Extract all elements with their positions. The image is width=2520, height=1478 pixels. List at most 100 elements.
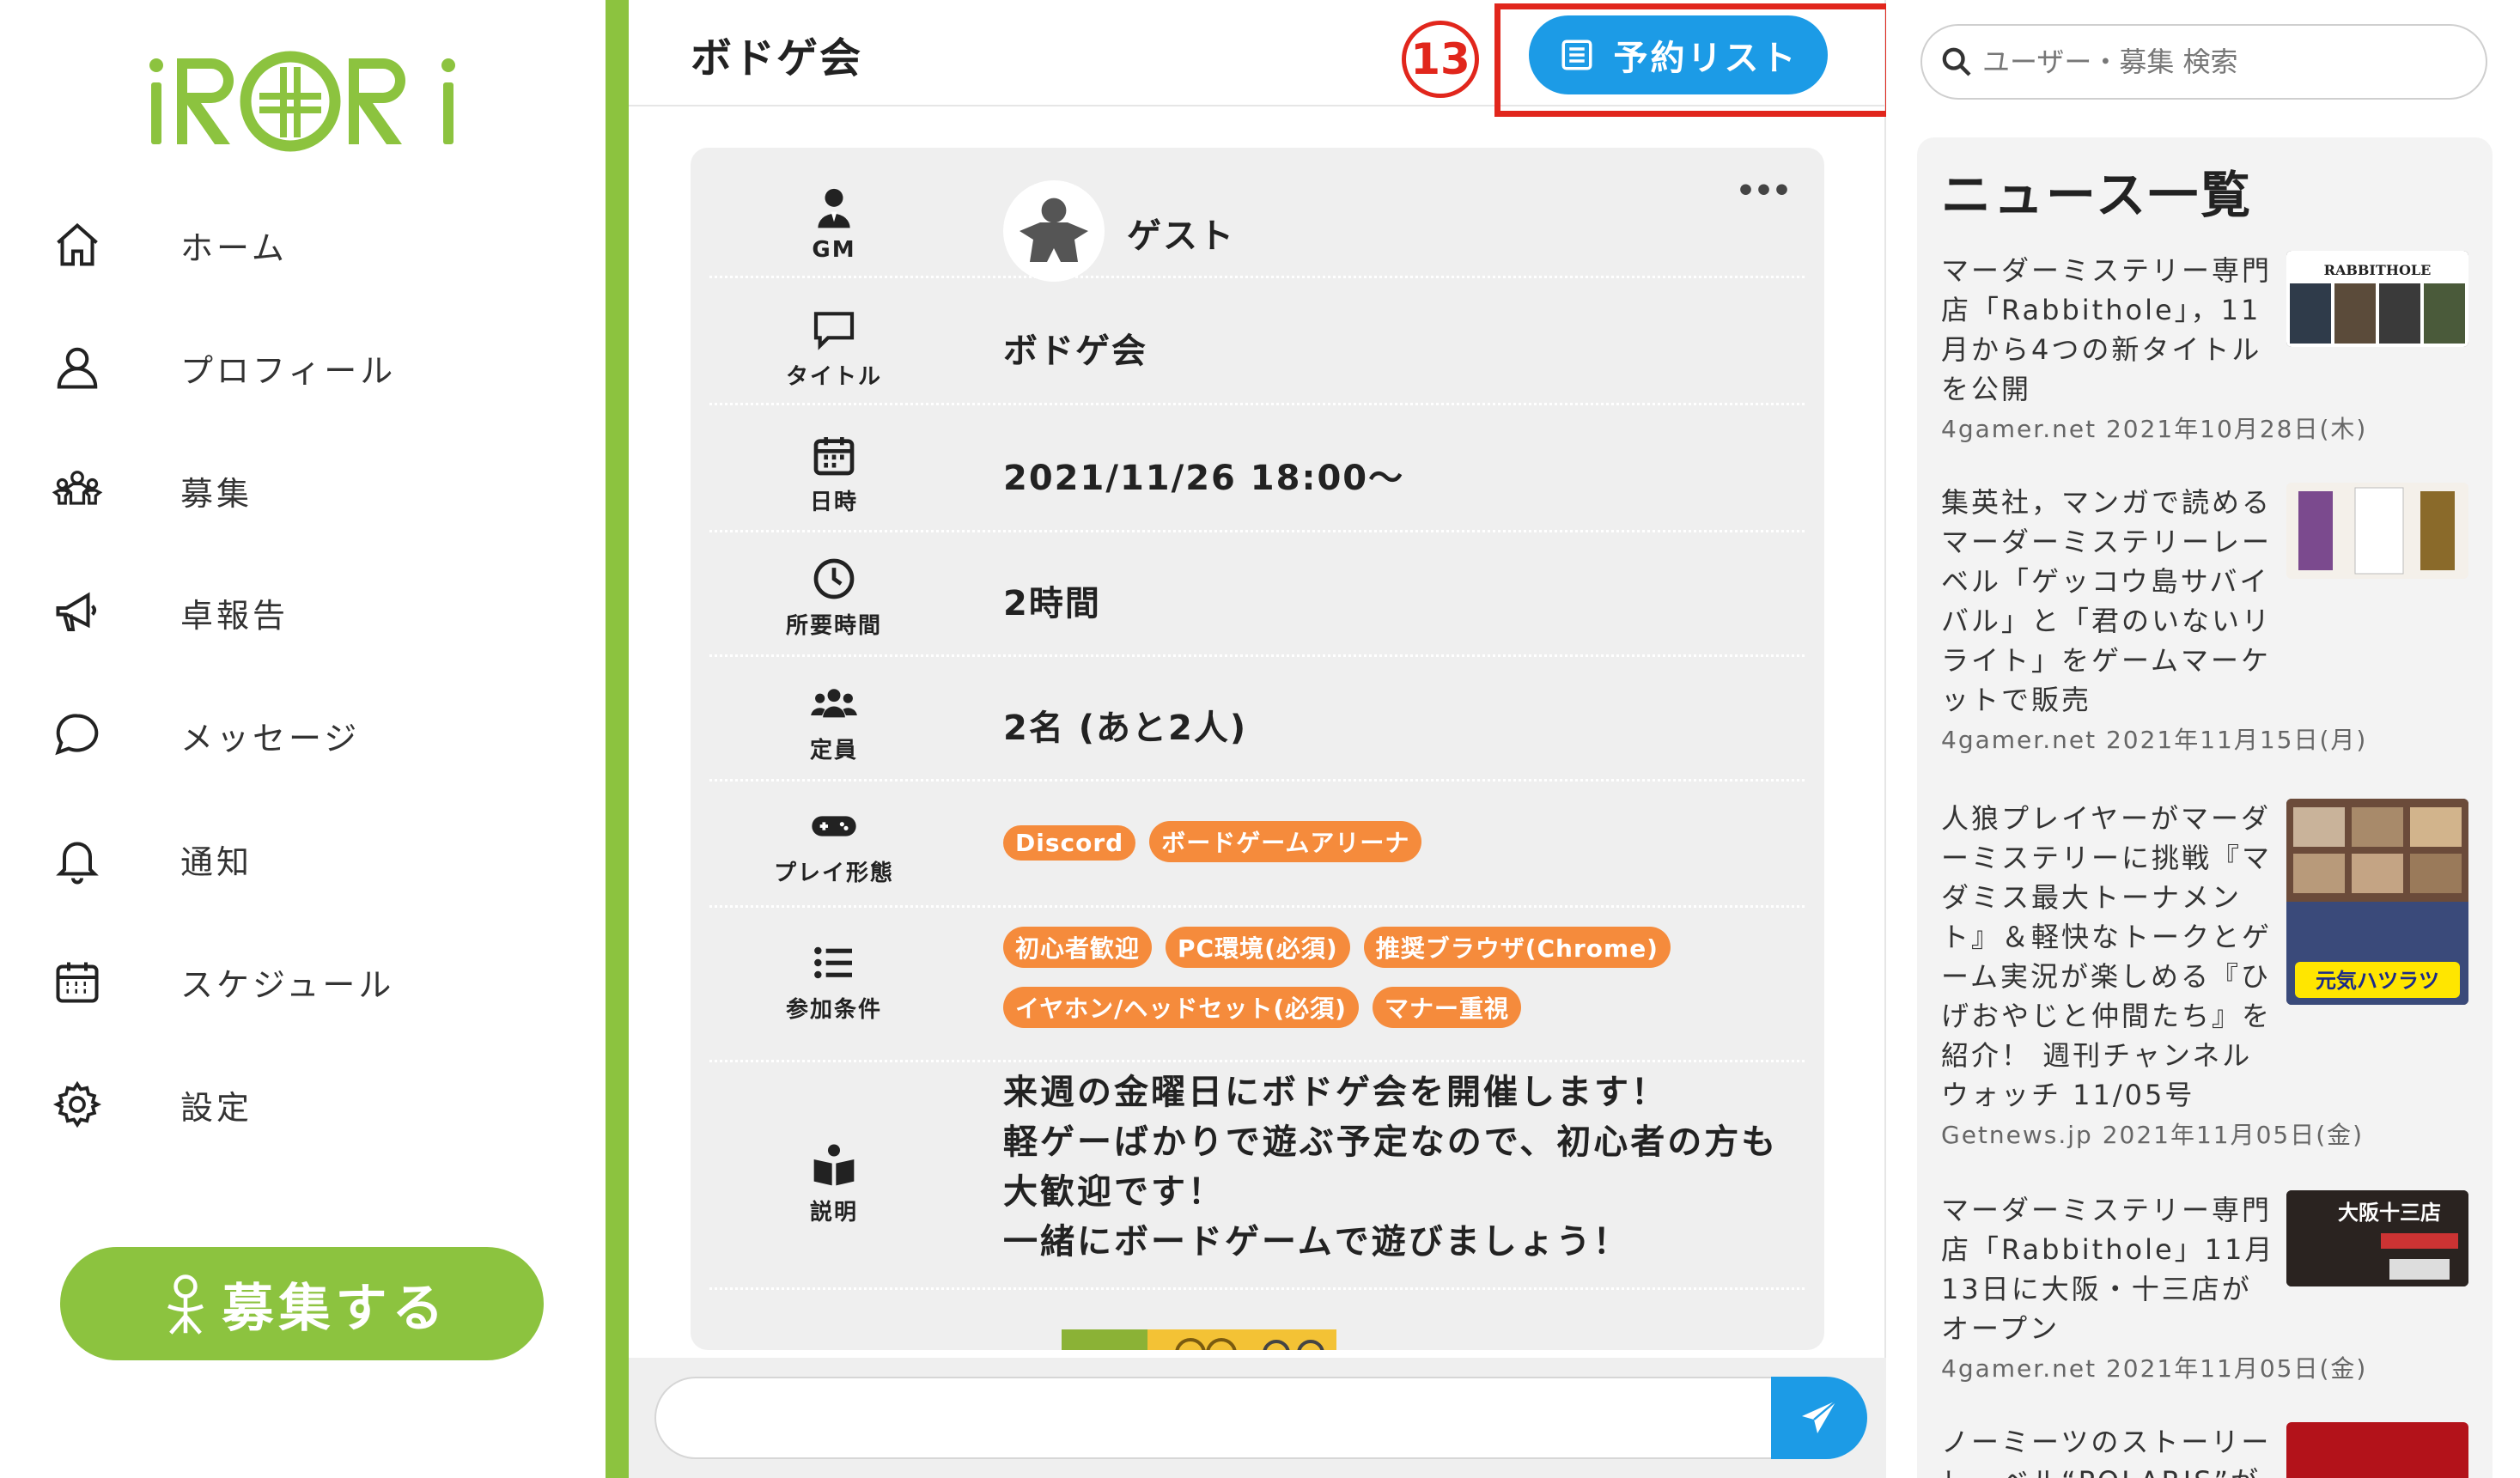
paper-plane-icon (1802, 1400, 1837, 1433)
news-thumbnail (2286, 483, 2468, 579)
play-style-tag[interactable]: Discord (1003, 825, 1136, 861)
gear-icon (43, 1070, 112, 1139)
gm-name[interactable]: ゲスト (1127, 208, 1235, 258)
gm-label: GM (812, 237, 856, 263)
reservation-list-button[interactable]: 予約リスト (1529, 15, 1828, 94)
datetime-label-col: 日時 (709, 431, 959, 516)
news-item[interactable]: ノーミーツのストーリーレーベル“POLARIS”が (1941, 1422, 2474, 1478)
section-divider (606, 0, 629, 1478)
news-thumbnail: RABBITHOLE (2286, 251, 2468, 347)
attached-image-preview[interactable] (1062, 1329, 1336, 1350)
description-text: 来週の金曜日にボドゲ会を開催します！ 軽ゲーばかりで遊ぶ予定なので、初心者の方も… (1003, 1073, 1779, 1262)
condition-tag[interactable]: PC環境(必須) (1166, 927, 1350, 968)
message-compose-bar (629, 1358, 1886, 1478)
calendar-icon (43, 947, 112, 1016)
row-play-style: プレイ形態 Discord ボードゲームアリーナ (709, 782, 1805, 908)
nav-label: メッセージ (180, 719, 361, 757)
home-icon (43, 210, 112, 279)
create-recruit-button[interactable]: 募集する (60, 1247, 544, 1360)
condition-tag[interactable]: マナー重視 (1372, 987, 1521, 1028)
nav-item-profile[interactable]: プロフィール (43, 329, 524, 406)
news-item[interactable]: マーダーミステリー専門店「Rabbithole」11月13日に大阪・十三店がオー… (1941, 1190, 2474, 1431)
nav-item-message[interactable]: メッセージ (43, 696, 524, 774)
nav-item-schedule[interactable]: スケジュール (43, 943, 524, 1020)
create-recruit-label: 募集する (222, 1278, 449, 1339)
megaphone-icon (43, 578, 112, 647)
duration-label-col: 所要時間 (709, 555, 959, 640)
condition-tag[interactable]: イヤホン/ヘッドセット(必須) (1003, 987, 1359, 1028)
news-item[interactable]: マーダーミステリー専門店「Rabbithole」，11月から4つの新タイトルを公… (1941, 251, 2474, 448)
send-button[interactable] (1771, 1377, 1867, 1459)
calendar-icon (813, 437, 855, 476)
page-title: ボドゲ会 (691, 34, 863, 82)
row-duration: 所要時間 2時間 (709, 532, 1805, 657)
main-content: ボドゲ会 13 予約リスト ••• GM ゲスト タイトル ボドゲ会 日時 20… (629, 0, 1891, 1478)
news-meta: Getnews.jp 2021年11月05日(金) (1941, 1121, 2365, 1149)
app-logo[interactable] (146, 41, 464, 153)
right-sidebar: ニュース一覧 マーダーミステリー専門店「Rabbithole」，11月から4つの… (1886, 0, 2520, 1478)
news-item[interactable]: 人狼プレイヤーがマーダーミステリーに挑戦『マダミス最大トーナメント』＆軽快なトー… (1941, 799, 2474, 1159)
nav-label: スケジュール (180, 965, 395, 1004)
meeple-group-icon (43, 456, 112, 525)
nav-label: ホーム (180, 228, 288, 267)
title-label-col: タイトル (709, 306, 959, 391)
nav-item-notifications[interactable]: 通知 (43, 820, 524, 897)
row-gm: GM ゲスト (709, 148, 1805, 282)
news-headline: 集英社，マンガで読めるマーダーミステリーレーベル「ゲッコウ島サバイバル」と「君の… (1941, 486, 2273, 716)
duration-value: 2時間 (1003, 584, 1101, 623)
news-thumbnail: 元気ハツラツ (2286, 799, 2468, 1005)
search-box[interactable] (1920, 24, 2487, 100)
row-datetime: 日時 2021/11/26 18:00〜 (709, 405, 1805, 532)
nav-label: 卓報告 (180, 596, 289, 635)
condition-tag[interactable]: 推奨ブラウザ(Chrome) (1363, 927, 1671, 968)
capacity-label: 定員 (809, 738, 858, 763)
nav-item-home[interactable]: ホーム (43, 206, 524, 283)
description-text-wrap: 来週の金曜日にボドゲ会を開催します！ 軽ゲーばかりで遊ぶ予定なので、初心者の方も… (1003, 1067, 1793, 1267)
main-header: ボドゲ会 13 予約リスト (629, 0, 1891, 117)
news-thumbnail: 大阪十三店 (2286, 1190, 2468, 1286)
nav-label: 設定 (180, 1088, 253, 1127)
app-root: ホーム プロフィール 募集 卓報告 メッセージ 通知 スケジュール 設定 募集す… (0, 0, 2520, 1478)
user-icon (43, 333, 112, 402)
recruit-detail-card: ••• GM ゲスト タイトル ボドゲ会 日時 2021/11/26 18:00… (691, 148, 1824, 1350)
play-style-label: プレイ形態 (773, 861, 894, 886)
title-label: タイトル (785, 364, 882, 390)
chat-icon (43, 701, 112, 769)
nav-item-recruit[interactable]: 募集 (43, 452, 524, 529)
thumb-text: RABBITHOLE (2324, 262, 2432, 278)
game-master-icon (818, 188, 850, 228)
book-reader-icon (813, 1144, 855, 1186)
condition-tag[interactable]: 初心者歓迎 (1003, 927, 1153, 968)
play-style-tag[interactable]: ボードゲームアリーナ (1149, 821, 1422, 862)
gm-avatar[interactable] (1003, 180, 1105, 282)
row-title: タイトル ボドゲ会 (709, 278, 1805, 405)
gamepad-icon (812, 816, 856, 836)
message-input[interactable] (654, 1377, 1771, 1459)
search-icon (1942, 47, 1971, 76)
leaf-person-icon (167, 1274, 204, 1335)
capacity-label-col: 定員 (709, 679, 959, 764)
thumb-text: 元気ハツラツ (2316, 969, 2439, 993)
conditions-label: 参加条件 (785, 997, 882, 1023)
clock-icon (813, 558, 855, 599)
reservation-list-label: 予約リスト (1613, 39, 1799, 78)
nav-label: 募集 (180, 474, 253, 513)
play-style-label-col: プレイ形態 (709, 802, 959, 887)
nav-item-report[interactable]: 卓報告 (43, 574, 524, 651)
news-meta: 4gamer.net 2021年11月15日(月) (1941, 726, 2368, 754)
list-bullets-icon (814, 946, 852, 979)
search-input[interactable] (1982, 46, 2480, 78)
nav-item-settings[interactable]: 設定 (43, 1066, 524, 1143)
news-meta: 4gamer.net 2021年11月05日(金) (1941, 1354, 2368, 1383)
datetime-label: 日時 (809, 490, 858, 515)
conditions-label-col: 参加条件 (709, 939, 959, 1024)
news-headline: マーダーミステリー専門店「Rabbithole」11月13日に大阪・十三店がオー… (1941, 1194, 2275, 1345)
news-headline: 人狼プレイヤーがマーダーミステリーに挑戦『マダミス最大トーナメント』＆軽快なトー… (1941, 802, 2273, 1111)
step-number-marker: 13 (1402, 21, 1479, 98)
news-thumbnail (2286, 1422, 2468, 1478)
row-conditions: 参加条件 初心者歓迎 PC環境(必須) 推奨ブラウザ(Chrome) イヤホン/ヘッ… (709, 908, 1805, 1062)
capacity-value: 2名 (あと2人) (1003, 709, 1248, 748)
nav-label: 通知 (180, 842, 253, 881)
news-item[interactable]: 集英社，マンガで読めるマーダーミステリーレーベル「ゲッコウ島サバイバル」と「君の… (1941, 483, 2474, 775)
conditions-tags-row1: 初心者歓迎 PC環境(必須) 推奨ブラウザ(Chrome) (1003, 927, 1684, 968)
